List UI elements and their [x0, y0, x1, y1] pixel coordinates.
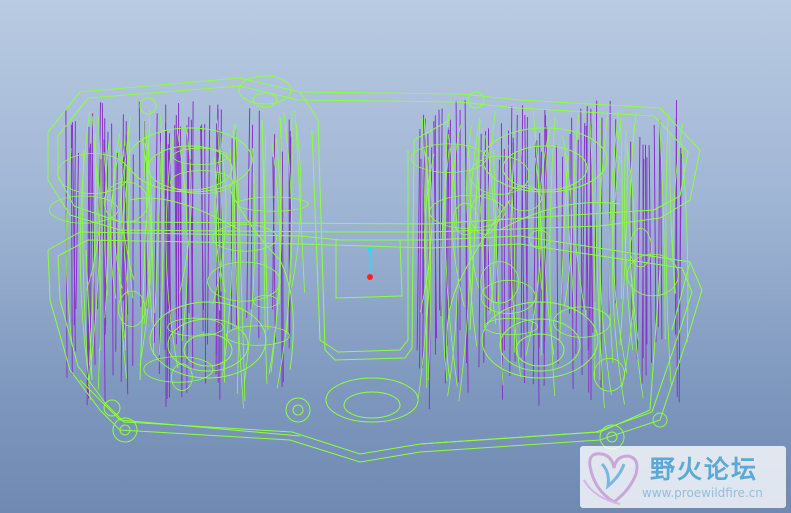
origin-marker	[367, 247, 373, 280]
flame-heart-logo-icon	[583, 452, 639, 505]
watermark-title: 野火论坛	[650, 455, 759, 484]
wireframe-model[interactable]	[0, 0, 791, 513]
right-bore-bottom-core	[515, 333, 565, 367]
center-channel-inner	[311, 129, 409, 353]
origin-point	[367, 274, 373, 280]
origin-axis-tip	[367, 247, 373, 253]
model-viewport[interactable]: 野火论坛 www.proewildfire.cn	[0, 0, 791, 513]
boss-left-rear	[139, 97, 157, 115]
top-boss	[238, 75, 292, 105]
center-channel	[299, 91, 451, 361]
right-bore-bottom-inner	[499, 318, 581, 372]
boss-left-mid	[103, 399, 121, 417]
front-port-inner	[343, 391, 401, 419]
watermark-url: www.proewildfire.cn	[642, 486, 763, 500]
forum-watermark: 野火论坛 www.proewildfire.cn	[580, 446, 786, 508]
front-port	[325, 377, 419, 423]
boss-right-rear	[467, 91, 485, 109]
boss-center-front	[285, 397, 311, 423]
top-boss-hole	[252, 92, 278, 108]
boss-center-front-hole	[292, 404, 304, 416]
